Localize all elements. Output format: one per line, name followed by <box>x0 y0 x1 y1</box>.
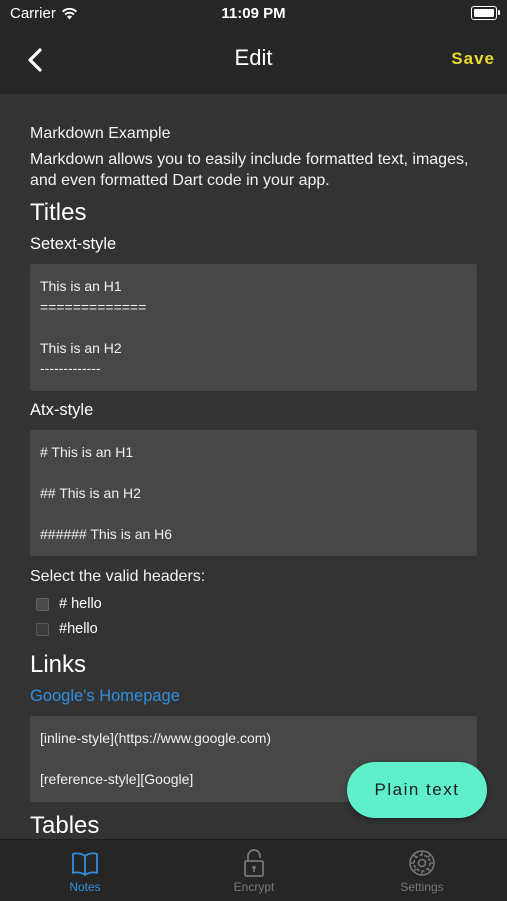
code-line: ###### This is an H6 <box>40 525 173 542</box>
tab-bar: Notes Encrypt Settings <box>0 839 507 901</box>
battery-icon <box>471 6 500 20</box>
navigation-bar: Edit Save <box>0 28 507 94</box>
intro-text: Markdown allows you to easily include fo… <box>30 151 469 189</box>
checkbox-label: #hello <box>59 621 98 637</box>
google-homepage-link[interactable]: Google's Homepage <box>30 687 477 706</box>
status-time: 11:09 PM <box>221 5 286 22</box>
lock-icon <box>244 849 264 877</box>
titles-heading: Titles <box>30 199 87 226</box>
code-line: This is an H1 <box>40 278 122 294</box>
setext-heading: Setext-style <box>30 235 117 253</box>
code-line: [inline-style](https://www.google.com) <box>40 730 272 746</box>
code-line: This is an H2 <box>40 339 122 356</box>
save-button[interactable]: Save <box>451 49 495 69</box>
checkbox-row-hello-space[interactable]: # hello <box>36 596 477 612</box>
status-bar: Carrier 11:09 PM <box>0 0 507 28</box>
checkbox[interactable] <box>36 597 49 611</box>
checkbox-row-hello[interactable]: #hello <box>36 621 477 637</box>
tab-notes[interactable]: Notes <box>25 848 145 894</box>
atx-heading: Atx-style <box>30 400 94 419</box>
setext-code-block: This is an H1 ============= This is an H… <box>30 264 477 391</box>
checkbox-label: # hello <box>59 596 102 612</box>
tab-label: Encrypt <box>233 880 275 894</box>
tab-settings[interactable]: Settings <box>362 848 482 894</box>
markdown-preview[interactable]: Markdown Example Markdown allows you to … <box>0 94 507 839</box>
book-icon <box>72 852 98 876</box>
select-headers-label: Select the valid headers: <box>30 568 206 585</box>
intro-title: Markdown Example <box>30 125 171 142</box>
links-heading: Links <box>30 651 87 678</box>
page-title: Edit <box>234 45 273 70</box>
plain-text-button[interactable]: Plain text <box>347 762 487 818</box>
checkbox[interactable] <box>36 622 49 636</box>
tab-encrypt[interactable]: Encrypt <box>194 848 314 894</box>
atx-code-block: # This is an H1 ## This is an H2 ###### … <box>30 429 477 556</box>
gear-icon <box>409 850 435 876</box>
code-line: ============= <box>40 298 147 315</box>
code-line: ------------- <box>40 360 101 376</box>
code-line: # This is an H1 <box>40 443 134 460</box>
tab-label: Settings <box>400 880 444 894</box>
code-line: ## This is an H2 <box>40 484 141 501</box>
tab-label: Notes <box>69 880 101 894</box>
